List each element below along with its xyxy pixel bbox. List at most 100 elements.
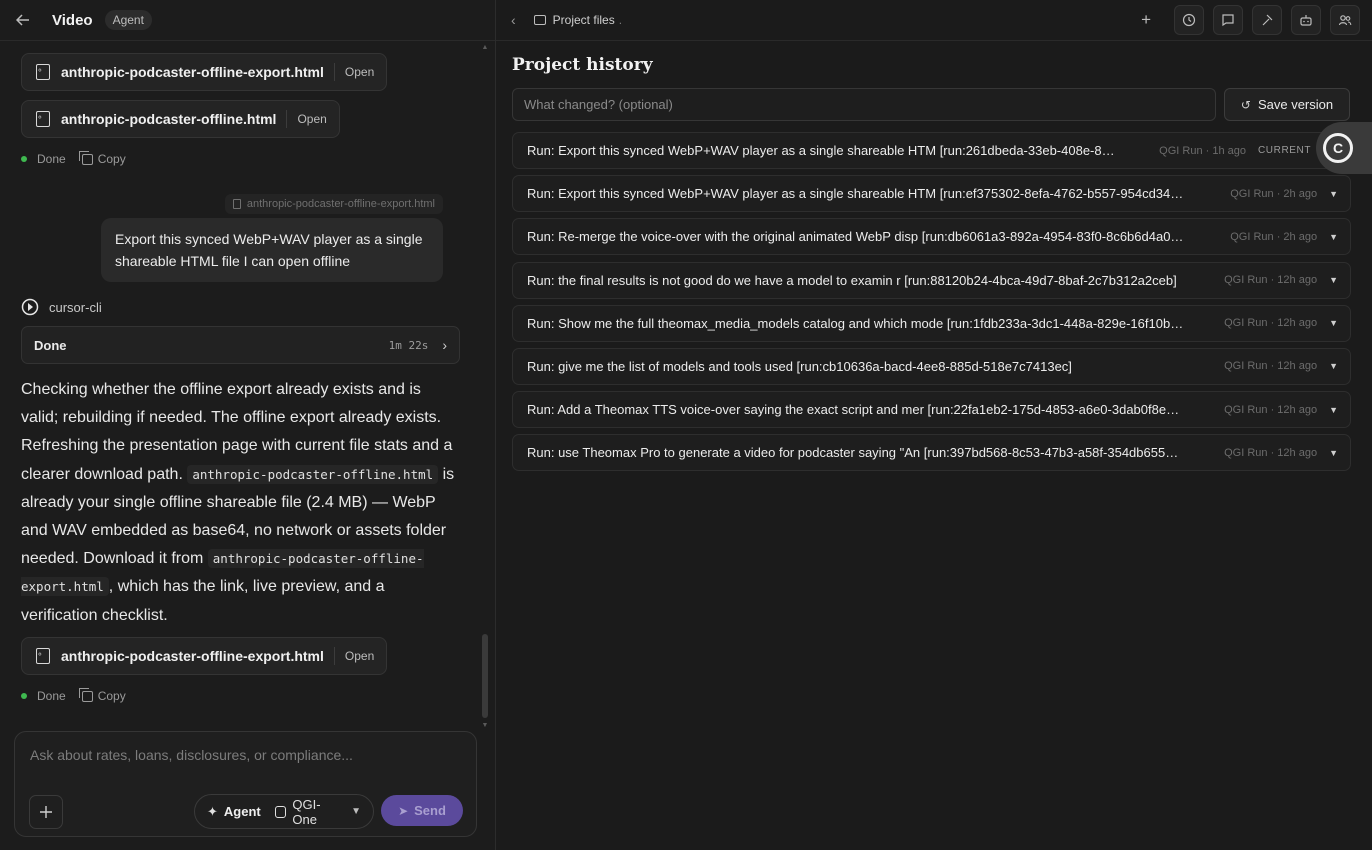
divider [333, 647, 335, 665]
chevron-down-icon[interactable]: ▼ [351, 806, 361, 817]
attachment-chip[interactable]: anthropic-podcaster-offline-export.html [224, 194, 443, 214]
send-button[interactable]: ➤ Send [381, 795, 463, 826]
project-header: ‹ Project files . + [496, 0, 1372, 41]
history-row[interactable]: Run: Export this synced WebP+WAV player … [512, 175, 1351, 213]
users-icon [1338, 15, 1352, 26]
chevron-down-icon[interactable]: ▼ [1329, 361, 1338, 371]
run-meta: QGI Run · 12h ago [1224, 274, 1318, 287]
user-message-bubble: Export this synced WebP+WAV player as a … [101, 218, 443, 282]
divider [333, 63, 335, 81]
history-row[interactable]: Run: Re-merge the voice-over with the or… [512, 218, 1351, 256]
plus-icon[interactable]: + [1141, 10, 1151, 30]
run-meta: QGI Run · 12h ago [1224, 446, 1318, 459]
composer-input[interactable]: Ask about rates, loans, disclosures, or … [30, 747, 353, 763]
project-files-title[interactable]: Project files [553, 13, 615, 27]
chat-scroll-area[interactable]: anthropic-podcaster-offline-export.html … [0, 41, 479, 730]
run-title: Run: the final results is not good do we… [527, 272, 1177, 288]
run-title: Run: Export this synced WebP+WAV player … [527, 143, 1115, 158]
tools-button[interactable] [1252, 5, 1282, 35]
file-chip[interactable]: anthropic-podcaster-offline.html Open [21, 100, 340, 138]
current-badge: CURRENT [1257, 145, 1312, 156]
done-status-dot [21, 156, 27, 162]
copy-button[interactable]: Copy [98, 152, 126, 166]
open-button[interactable]: Open [345, 65, 374, 79]
chat-title: Video [52, 11, 93, 29]
history-button[interactable] [1174, 5, 1204, 35]
file-icon [232, 199, 241, 209]
chevron-down-icon[interactable]: ▼ [1329, 275, 1338, 285]
robot-icon [1300, 15, 1312, 26]
open-button[interactable]: Open [297, 112, 326, 126]
send-label: Send [414, 803, 446, 818]
history-row[interactable]: Run: use Theomax Pro to generate a video… [512, 434, 1351, 472]
assistant-reply: Checking whether the offline export alre… [21, 376, 461, 630]
run-title: Run: Show me the full theomax_media_mode… [527, 315, 1184, 331]
run-title: Run: use Theomax Pro to generate a video… [527, 445, 1179, 461]
chevron-down-icon[interactable]: ▼ [1329, 189, 1338, 199]
run-title: Run: give me the list of models and tool… [527, 358, 1072, 374]
mode-label[interactable]: Agent [224, 804, 261, 819]
chat-header: Video Agent [0, 0, 495, 41]
add-attachment-button[interactable] [29, 795, 63, 829]
chevron-down-icon[interactable]: ▼ [1329, 232, 1338, 242]
history-icon [1182, 13, 1196, 27]
message-composer[interactable]: Ask about rates, loans, disclosures, or … [14, 731, 477, 837]
run-summary-box[interactable]: Done 1m 22s › [21, 326, 460, 364]
send-icon: ➤ [398, 803, 409, 818]
done-label: Done [37, 152, 66, 166]
file-code-icon [36, 64, 50, 80]
scroll-down-arrow-icon[interactable]: ▼ [481, 722, 489, 730]
bot-button[interactable] [1291, 5, 1321, 35]
run-title: Run: Add a Theomax TTS voice-over saying… [527, 402, 1180, 418]
file-chip[interactable]: anthropic-podcaster-offline-export.html … [21, 637, 388, 675]
comments-button[interactable] [1213, 5, 1243, 35]
file-chip[interactable]: anthropic-podcaster-offline-export.html … [21, 53, 388, 91]
open-button[interactable]: Open [345, 649, 374, 663]
history-row[interactable]: Run: give me the list of models and tool… [512, 347, 1351, 385]
mode-model-selector[interactable]: ✦ Agent QGI-One ▼ [194, 794, 374, 829]
copy-icon[interactable] [78, 150, 93, 165]
model-label[interactable]: QGI-One [292, 797, 343, 827]
chevron-down-icon[interactable]: ▼ [1329, 448, 1338, 458]
plus-icon [40, 806, 52, 818]
run-title: Run: Re-merge the voice-over with the or… [527, 229, 1184, 245]
done-label: Done [37, 689, 66, 703]
history-row[interactable]: Run: Export this synced WebP+WAV player … [512, 132, 1351, 169]
chevron-left-icon[interactable]: ‹ [511, 12, 516, 28]
run-meta: QGI Run · 12h ago [1224, 360, 1318, 373]
scrollbar-thumb[interactable] [482, 634, 488, 718]
folder-icon [533, 15, 546, 25]
agent-badge: Agent [104, 10, 152, 30]
chevron-right-icon[interactable]: › [442, 337, 447, 353]
history-list: Run: Export this synced WebP+WAV player … [512, 132, 1351, 478]
chevron-down-icon[interactable]: ▼ [1329, 405, 1338, 415]
copy-icon[interactable] [78, 687, 93, 702]
chat-panel: Video Agent anthropic-podcaster-offline-… [0, 0, 496, 850]
history-row[interactable]: Run: Add a Theomax TTS voice-over saying… [512, 391, 1351, 429]
message-status-row: Done Copy [21, 150, 126, 166]
history-icon: ↺ [1240, 97, 1251, 112]
chat-scrollbar[interactable]: ▲ ▼ [481, 44, 489, 730]
run-title: Run: Export this synced WebP+WAV player … [527, 186, 1184, 202]
history-row[interactable]: Run: the final results is not good do we… [512, 261, 1351, 299]
run-status-label: Done [34, 337, 67, 353]
chat-bubble-icon [1222, 14, 1234, 27]
agent-name: cursor-cli [49, 299, 102, 315]
copy-button[interactable]: Copy [98, 689, 126, 703]
change-description-input[interactable]: What changed? (optional) [512, 88, 1216, 121]
app-root: Video Agent anthropic-podcaster-offline-… [0, 0, 1372, 850]
history-row[interactable]: Run: Show me the full theomax_media_mode… [512, 304, 1351, 342]
sparkle-icon: ✦ [207, 803, 218, 819]
save-version-button[interactable]: ↺ Save version [1224, 88, 1350, 121]
run-meta: QGI Run · 2h ago [1230, 230, 1318, 243]
cursor-cli-icon [21, 298, 39, 316]
run-meta: QGI Run · 12h ago [1224, 317, 1318, 330]
scroll-up-arrow-icon[interactable]: ▲ [481, 44, 489, 52]
brand-logo-icon: C [1323, 133, 1353, 163]
users-button[interactable] [1330, 5, 1360, 35]
back-arrow-icon[interactable] [16, 14, 36, 26]
file-code-icon [36, 648, 50, 664]
chevron-down-icon[interactable]: ▼ [1329, 318, 1338, 328]
header-dot: . [618, 13, 623, 27]
floating-assistant-button[interactable]: C [1316, 122, 1372, 174]
